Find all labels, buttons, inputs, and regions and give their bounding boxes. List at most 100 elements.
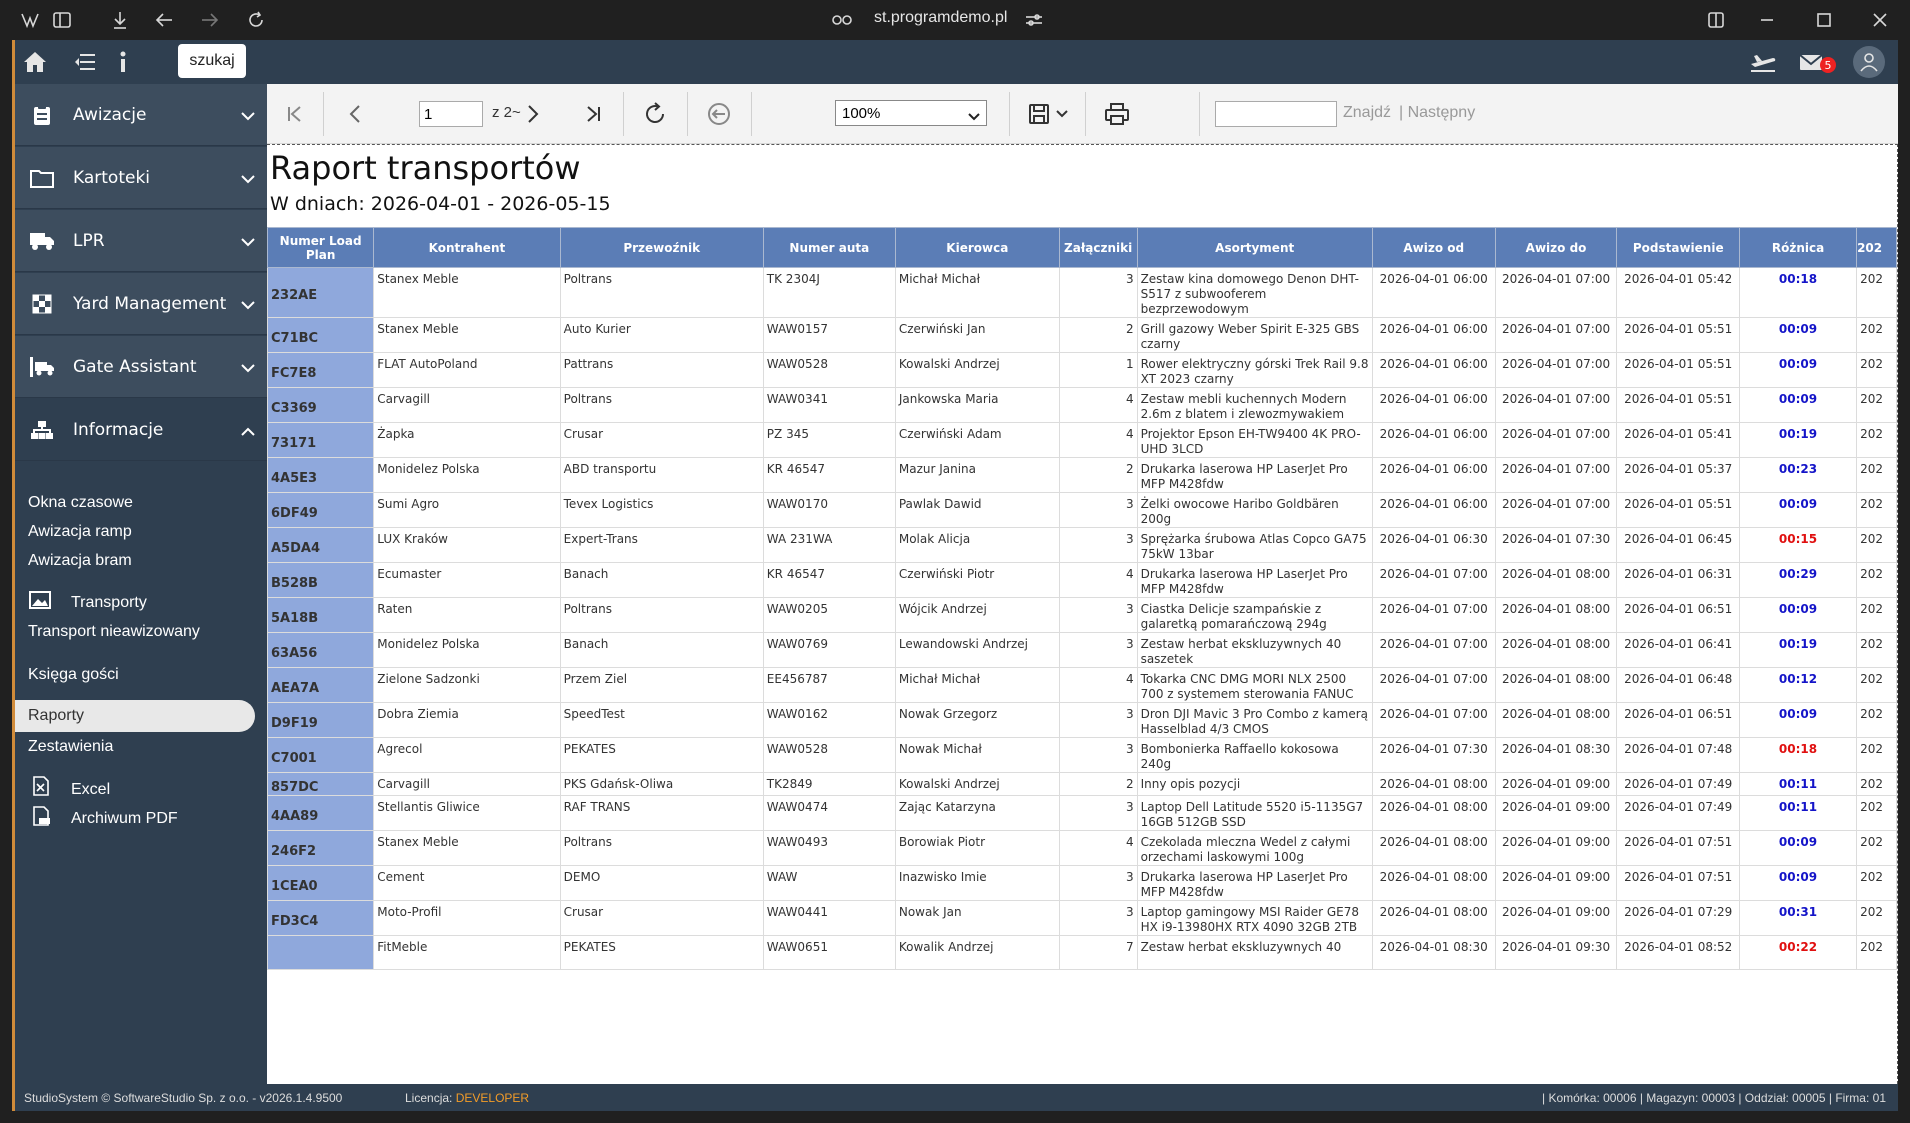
sidebar-section-informacje[interactable]: Informacje (15, 399, 267, 461)
zoom-select[interactable]: 100% (835, 100, 987, 126)
sidebar-item-okna-czasowe[interactable]: Okna czasowe (28, 494, 133, 512)
table-row[interactable]: 63A56 Monidelez Polska Banach WAW0769 Lewand… (267, 632, 1897, 668)
awizo-od-cell: 2026-04-01 07:00 (1371, 597, 1496, 633)
info-icon[interactable] (109, 49, 137, 75)
minimize-icon[interactable] (1755, 8, 1779, 32)
numer-auta-cell: WAW0157 (762, 317, 896, 353)
table-row[interactable]: 232AE Stanex Meble Poltrans TK 2304J Michał … (267, 267, 1897, 318)
browser-chrome: st.programdemo.pl (0, 0, 1910, 40)
next-page-icon[interactable] (517, 98, 549, 130)
home-icon[interactable] (21, 49, 49, 75)
sidebar-section-yard-management[interactable]: Yard Management (15, 273, 267, 335)
kierowca-cell: Kowalski Andrzej (894, 772, 1060, 796)
close-icon[interactable] (1868, 8, 1892, 32)
table-row[interactable]: 246F2 Stanex Meble Poltrans WAW0493 Borowiak… (267, 830, 1897, 866)
last-page-icon[interactable] (577, 98, 609, 130)
table-row[interactable]: 5A18B Raten Poltrans WAW0205 Wójcik Andrzej 3… (267, 597, 1897, 633)
awizo-do-cell: 2026-04-01 08:00 (1494, 702, 1618, 738)
awizo-do-cell: 2026-04-01 09:00 (1494, 865, 1618, 901)
find-input[interactable] (1215, 101, 1337, 127)
user-avatar-icon[interactable] (1853, 46, 1885, 78)
load-plan-cell: A5DA4 (267, 527, 375, 563)
przewoznik-cell: RAF TRANS (559, 795, 764, 831)
find-button[interactable]: Znajdź (1343, 104, 1391, 122)
address-bar-url[interactable]: st.programdemo.pl (874, 9, 1007, 27)
table-row[interactable]: FD3C4 Moto-Profil Crusar WAW0441 Nowak Jan 3 L… (267, 900, 1897, 936)
sidebar-section-label: LPR (73, 230, 105, 251)
menu-collapse-icon[interactable] (71, 49, 99, 75)
first-page-icon[interactable] (279, 98, 311, 130)
split-view-icon[interactable] (1704, 8, 1728, 32)
roznica-cell: 00:19 (1738, 422, 1858, 458)
table-row[interactable]: C71BC Stanex Meble Auto Kurier WAW0157 Czerw… (267, 317, 1897, 353)
print-icon[interactable] (1101, 98, 1133, 130)
previous-page-icon[interactable] (339, 98, 371, 130)
table-row[interactable]: 1CEA0 Cement DEMO WAW Inazwisko Imie 3 Drukark… (267, 865, 1897, 901)
table-row[interactable]: 6DF49 Sumi Agro Tevex Logistics WAW0170 Pawl… (267, 492, 1897, 528)
browser-logo-icon[interactable] (18, 8, 42, 32)
sidebar-item-awizacja-bram[interactable]: Awizacja bram (28, 552, 132, 570)
kierowca-cell: Nowak Michał (894, 737, 1060, 773)
table-row[interactable]: B528B Ecumaster Banach KR 46547 Czerwiński P… (267, 562, 1897, 598)
kierowca-cell: Nowak Grzegorz (894, 702, 1060, 738)
table-row[interactable]: 4A5E3 Monidelez Polska ABD transportu KR 46… (267, 457, 1897, 493)
awizo-od-cell: 2026-04-01 06:00 (1371, 492, 1496, 528)
sidebar-section-awizacje[interactable]: Awizacje (15, 84, 267, 146)
plane-icon[interactable] (1749, 49, 1777, 75)
page-number-input[interactable] (419, 101, 483, 127)
sidebar-toggle-icon[interactable] (50, 8, 74, 32)
sidebar-item-awizacja-ramp[interactable]: Awizacja ramp (28, 523, 132, 541)
sidebar-item-ksiega-gosci[interactable]: Księga gości (28, 666, 119, 684)
license-info: Licencja: DEVELOPER (405, 1091, 529, 1105)
table-row[interactable]: FitMeble PEKATES WAW0651 Kowalik Andrzej 7 Ze… (267, 935, 1897, 970)
forward-icon[interactable] (198, 8, 222, 32)
sidebar-section-lpr[interactable]: LPR (15, 210, 267, 272)
table-row[interactable]: C3369 Carvagill Poltrans WAW0341 Jankowska M… (267, 387, 1897, 423)
sidebar-item-excel[interactable]: Excel (71, 781, 110, 799)
save-icon[interactable] (1023, 98, 1055, 130)
chevron-down-icon (968, 108, 980, 125)
sidebar-item-archiwum-pdf[interactable]: Archiwum PDF (71, 810, 178, 828)
table-row[interactable]: D9F19 Dobra Ziemia SpeedTest WAW0162 Nowak G… (267, 702, 1897, 738)
next-column-cell: 202 (1856, 772, 1897, 796)
roznica-cell: 00:23 (1738, 457, 1858, 493)
search-button[interactable]: szukaj (178, 44, 246, 78)
app-topbar: szukaj 5 (15, 40, 1898, 84)
table-row[interactable]: A5DA4 LUX Kraków Expert-Trans WA 231WA Molak… (267, 527, 1897, 563)
refresh-icon[interactable] (639, 98, 671, 130)
asortyment-cell: Drukarka laserowa HP LaserJet Pro MFP M4… (1136, 865, 1373, 901)
numer-auta-cell: TK 2304J (762, 267, 896, 318)
maximize-icon[interactable] (1812, 8, 1836, 32)
zalaczniki-cell: 3 (1058, 702, 1138, 738)
save-dropdown-chevron-icon[interactable] (1053, 98, 1071, 130)
table-row[interactable]: 73171 Żapka Crusar PZ 345 Czerwiński Adam 4 Pr… (267, 422, 1897, 458)
roznica-cell: 00:19 (1738, 632, 1858, 668)
zalaczniki-cell: 3 (1058, 267, 1138, 318)
reload-icon[interactable] (244, 8, 268, 32)
column-header: Numer Load Plan (267, 227, 375, 268)
sidebar: Awizacje Kartoteki LPR Yard Management G (15, 84, 267, 1084)
next-column-cell: 202 (1856, 737, 1897, 773)
numer-auta-cell: WAW0769 (762, 632, 896, 668)
column-header: Numer auta (762, 227, 896, 268)
back-to-parent-icon[interactable] (703, 98, 735, 130)
table-row[interactable]: FC7E8 FLAT AutoPoland Pattrans WAW0528 Kowal… (267, 352, 1897, 388)
sidebar-item-zestawienia[interactable]: Zestawienia (28, 738, 113, 756)
table-row[interactable]: 4AA89 Stellantis Gliwice RAF TRANS WAW0474 Z… (267, 795, 1897, 831)
sidebar-item-transport-nieawizowany[interactable]: Transport nieawizowany (28, 623, 200, 641)
table-row[interactable]: 857DC Carvagill PKS Gdańsk-Oliwa TK2849 Kowa… (267, 772, 1897, 796)
table-row[interactable]: C7001 Agrecol PEKATES WAW0528 Nowak Michał 3 B… (267, 737, 1897, 773)
back-icon[interactable] (152, 8, 176, 32)
sidebar-section-gate-assistant[interactable]: Gate Assistant (15, 336, 267, 398)
roznica-cell: 00:09 (1738, 865, 1858, 901)
report-viewer: z 2~ 100% Znajdź | Następny (267, 84, 1898, 1084)
clipboard-icon (29, 102, 55, 128)
next-column-cell: 202 (1856, 387, 1897, 423)
download-icon[interactable] (108, 8, 132, 32)
sidebar-item-raporty[interactable]: Raporty (15, 700, 255, 732)
sidebar-section-kartoteki[interactable]: Kartoteki (15, 147, 267, 209)
table-row[interactable]: AEA7A Zielone Sadzonki Przem Ziel EE456787 M… (267, 667, 1897, 703)
site-settings-icon[interactable] (1022, 8, 1046, 32)
next-match-button[interactable]: | Następny (1399, 104, 1475, 122)
sidebar-item-transporty[interactable]: Transporty (71, 594, 147, 612)
